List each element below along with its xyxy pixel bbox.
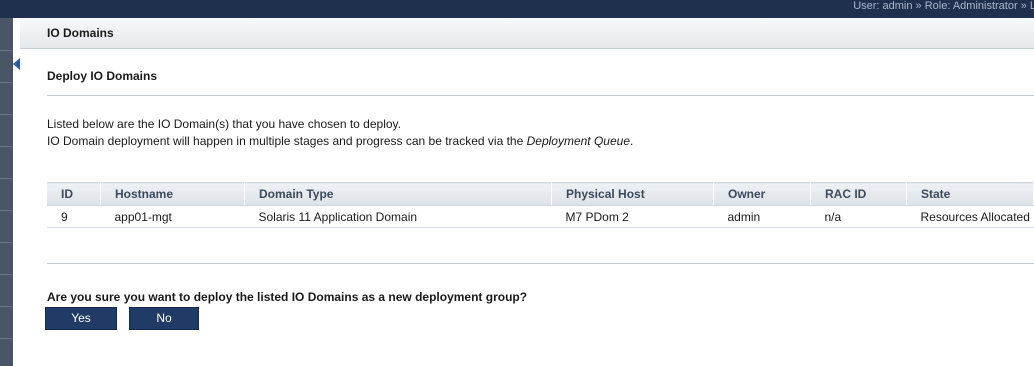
cell-state: Resources Allocated bbox=[906, 205, 1034, 228]
collapse-panel-arrow-icon[interactable] bbox=[13, 58, 20, 70]
table-header-row: ID Hostname Domain Type Physical Host Ow… bbox=[47, 182, 1034, 206]
divider bbox=[47, 95, 1034, 96]
cell-rac-id: n/a bbox=[810, 205, 907, 228]
panel-title: IO Domains bbox=[47, 26, 114, 40]
cell-owner: admin bbox=[713, 205, 811, 228]
divider bbox=[47, 263, 1034, 264]
confirm-question: Are you sure you want to deploy the list… bbox=[47, 290, 528, 304]
panel-header: IO Domains bbox=[20, 18, 1034, 49]
cell-hostname: app01-mgt bbox=[100, 205, 245, 228]
user-role-info: User: admin » Role: Administrator » L bbox=[853, 0, 1034, 12]
description-line-1: Listed below are the IO Domain(s) that y… bbox=[47, 117, 401, 131]
io-domains-table: ID Hostname Domain Type Physical Host Ow… bbox=[47, 182, 1034, 228]
yes-button[interactable]: Yes bbox=[45, 307, 117, 330]
description-line-2: IO Domain deployment will happen in mult… bbox=[47, 134, 633, 148]
deploy-content: Deploy IO Domains Listed below are the I… bbox=[20, 49, 1034, 366]
top-bar: User: admin » Role: Administrator » L bbox=[0, 0, 1034, 18]
column-header-owner[interactable]: Owner bbox=[713, 182, 811, 206]
cell-physical-host: M7 PDom 2 bbox=[551, 205, 714, 228]
cell-id: 9 bbox=[47, 205, 101, 228]
column-header-state[interactable]: State bbox=[906, 182, 1034, 206]
table-row[interactable]: 9 app01-mgt Solaris 11 Application Domai… bbox=[47, 205, 1034, 228]
section-title: Deploy IO Domains bbox=[47, 69, 158, 83]
deployment-queue-text: Deployment Queue bbox=[526, 134, 631, 148]
column-header-physical-host[interactable]: Physical Host bbox=[551, 182, 714, 206]
column-header-domain-type[interactable]: Domain Type bbox=[244, 182, 552, 206]
left-nav-strip[interactable] bbox=[0, 18, 13, 366]
description-line-2-text: IO Domain deployment will happen in mult… bbox=[47, 134, 527, 148]
column-header-id[interactable]: ID bbox=[47, 182, 101, 206]
column-header-hostname[interactable]: Hostname bbox=[100, 182, 245, 206]
no-button[interactable]: No bbox=[129, 307, 199, 330]
description-line-2-end: . bbox=[630, 134, 634, 148]
column-header-rac-id[interactable]: RAC ID bbox=[810, 182, 907, 206]
cell-domain-type: Solaris 11 Application Domain bbox=[244, 205, 552, 228]
